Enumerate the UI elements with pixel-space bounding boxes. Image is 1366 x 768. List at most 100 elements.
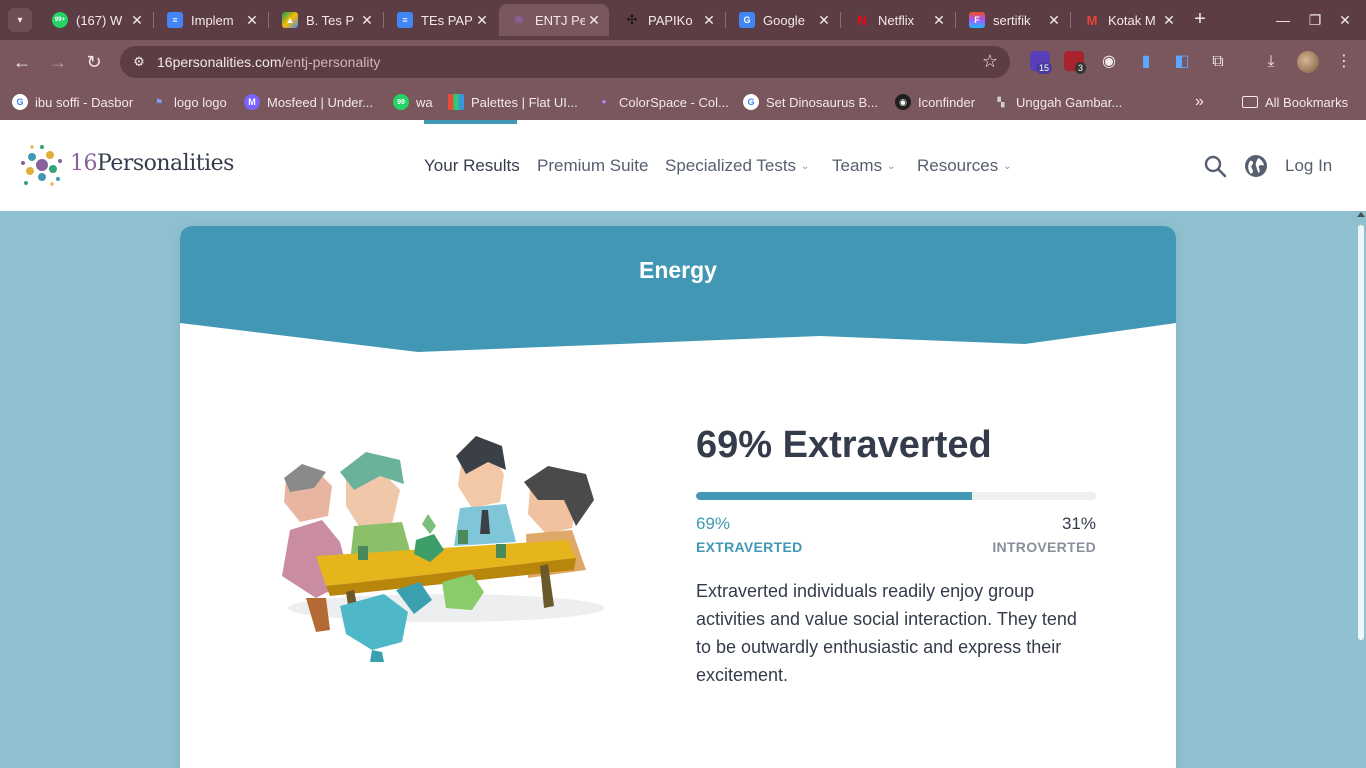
introverted-percent: 31% (1061, 514, 1096, 533)
docs-extension-icon[interactable]: ▮ (1135, 51, 1157, 73)
close-tab-icon[interactable]: ✕ (585, 12, 603, 29)
profile-avatar[interactable] (1297, 51, 1319, 73)
bookmark-label: Set Dinosaurus B... (766, 94, 878, 110)
bookmarks-bar: Gibu soffi - Dasbor ⚑ logo logo M Mosfeed … (0, 84, 1366, 120)
bookmark-item[interactable]: ◉ Iconfinder (895, 92, 975, 112)
site-header: 16Personalities Your Results Premium Sui… (0, 120, 1366, 211)
nav-label: Resources (917, 156, 999, 175)
bookmark-label: Unggah Gambar... (1016, 94, 1123, 110)
close-tab-icon[interactable]: ✕ (128, 12, 146, 29)
url-text[interactable]: 16personalities.com/entj-personality (157, 54, 380, 70)
bookmark-item[interactable]: Palettes | Flat UI... (448, 92, 578, 112)
close-tab-icon[interactable]: ✕ (1160, 12, 1178, 29)
back-icon[interactable]: ← (10, 50, 34, 74)
menu-kebab-icon[interactable]: ⋮ (1333, 51, 1355, 73)
upload-image-icon: ▚ (997, 96, 1005, 107)
energy-result-card: Energy 69% Extraverted 69% EXTRAVERTED 3… (180, 226, 1176, 768)
scrollbar-thumb[interactable] (1358, 225, 1364, 640)
all-bookmarks-label: All Bookmarks (1265, 94, 1349, 110)
bookmark-item[interactable]: ⚑ logo logo (151, 92, 227, 112)
nav-resources[interactable]: Resources ⌄ (917, 156, 1012, 176)
all-bookmarks-folder[interactable]: All Bookmarks (1242, 92, 1348, 112)
bookmark-item[interactable]: Gibu soffi - Dasbor (12, 92, 133, 112)
flag-icon: ⚑ (154, 96, 164, 107)
more-bookmarks-icon[interactable]: » (1195, 92, 1204, 112)
page-scrollbar[interactable] (1356, 211, 1366, 768)
whatsapp-icon: 99 (393, 94, 409, 110)
extraverts-table-illustration (282, 436, 604, 662)
trait-progress-fill (696, 492, 972, 500)
download-icon[interactable]: ⤓ (1260, 51, 1282, 73)
tab-search-icon[interactable]: ▾ (8, 8, 32, 32)
translate-extension-icon[interactable]: ◧ (1171, 51, 1193, 73)
extraverted-percent: 69% (696, 514, 731, 533)
close-tab-icon[interactable]: ✕ (815, 12, 833, 29)
tab-sertifikat[interactable]: F sertifik ✕ (957, 4, 1069, 36)
close-tab-icon[interactable]: ✕ (930, 12, 948, 29)
papikostick-icon: ✣ (626, 12, 638, 27)
nav-your-results[interactable]: Your Results (424, 156, 520, 176)
tab-netflix[interactable]: N Netflix ✕ (842, 4, 954, 36)
bookmark-star-icon[interactable]: ☆ (982, 51, 998, 72)
bookmark-item[interactable]: G Set Dinosaurus B... (743, 92, 878, 112)
tab-tes-pap[interactable]: ≡ TEs PAP ✕ (385, 4, 497, 36)
site-info-icon[interactable]: ⚙ (130, 53, 148, 71)
tab-gmail[interactable]: M Kotak M ✕ (1072, 4, 1184, 36)
google-docs-icon: ≡ (397, 12, 413, 28)
site-logo-text[interactable]: 16Personalities (70, 151, 234, 176)
tab-implementasi[interactable]: ≡ Implem ✕ (155, 4, 267, 36)
nav-specialized-tests[interactable]: Specialized Tests ⌄ (665, 156, 809, 176)
tab-papikostick[interactable]: ✣ PAPIKo ✕ (612, 4, 724, 36)
extraverted-label: EXTRAVERTED (696, 539, 803, 555)
new-tab-icon[interactable]: + (1188, 8, 1212, 32)
tab-title: ENTJ Pe (535, 12, 585, 28)
scroll-up-icon[interactable] (1357, 212, 1365, 217)
tab-whatsapp[interactable]: 99+ (167) W ✕ (40, 4, 152, 36)
chevron-down-icon: ⌄ (1003, 161, 1012, 172)
tab-title: Google (763, 12, 805, 28)
tab-b-tes[interactable]: ▲ B. Tes P ✕ (270, 4, 382, 36)
iconfinder-icon: ◉ (895, 94, 911, 110)
search-icon[interactable] (1203, 154, 1227, 178)
minimize-icon[interactable]: — (1271, 8, 1295, 32)
tab-title: TEs PAP (421, 12, 473, 28)
bookmark-item[interactable]: 99 wa (393, 92, 433, 112)
close-tab-icon[interactable]: ✕ (1045, 12, 1063, 29)
browser-tab-strip: ▾ 99+ (167) W ✕ ≡ Implem ✕ ▲ B. Tes P ✕ … (0, 0, 1366, 40)
google-translate-icon: G (739, 12, 755, 28)
close-tab-icon[interactable]: ✕ (700, 12, 718, 29)
logo-word: Personalities (97, 151, 234, 176)
bookmark-item[interactable]: M Mosfeed | Under... (244, 92, 373, 112)
netflix-icon: N (856, 12, 868, 28)
card-title: Energy (639, 257, 717, 283)
folder-icon (1242, 96, 1258, 108)
bookmark-label: Mosfeed | Under... (267, 94, 373, 110)
bookmark-item[interactable]: ✦ ColorSpace - Col... (596, 92, 729, 112)
tab-google-translate[interactable]: G Google ✕ (727, 4, 839, 36)
browser-toolbar: ← → ↻ ⚙ 16personalities.com/entj-persona… (0, 40, 1366, 84)
close-tab-icon[interactable]: ✕ (243, 12, 261, 29)
nav-teams[interactable]: Teams ⌄ (832, 156, 895, 176)
extension-badge: 15 (1036, 62, 1053, 74)
16personalities-logo-icon[interactable] (20, 143, 64, 187)
bookmark-item[interactable]: ▚ Unggah Gambar... (993, 92, 1123, 112)
reload-icon[interactable]: ↻ (82, 50, 106, 74)
camera-icon[interactable]: ◉ (1098, 51, 1120, 73)
close-window-icon[interactable]: ✕ (1333, 8, 1357, 32)
close-tab-icon[interactable]: ✕ (473, 12, 491, 29)
google-docs-icon: ≡ (167, 12, 183, 28)
close-tab-icon[interactable]: ✕ (358, 12, 376, 29)
restore-icon[interactable]: ❐ (1303, 8, 1327, 32)
colorspace-icon: ✦ (600, 96, 608, 107)
google-drive-icon: ▲ (282, 12, 298, 28)
login-link[interactable]: Log In (1285, 156, 1332, 176)
bookmark-label: logo logo (174, 94, 227, 110)
globe-icon[interactable] (1244, 154, 1268, 178)
trait-progress-bar (696, 492, 1096, 500)
nav-premium-suite[interactable]: Premium Suite (537, 156, 648, 176)
introverted-label: INTROVERTED (992, 539, 1096, 555)
address-bar[interactable]: ⚙ 16personalities.com/entj-personality ☆ (120, 46, 1010, 78)
tab-entj-personality[interactable]: ✺ ENTJ Pe ✕ (499, 4, 609, 36)
forward-icon[interactable]: → (46, 50, 70, 74)
extensions-puzzle-icon[interactable]: ⧉ (1207, 51, 1229, 73)
